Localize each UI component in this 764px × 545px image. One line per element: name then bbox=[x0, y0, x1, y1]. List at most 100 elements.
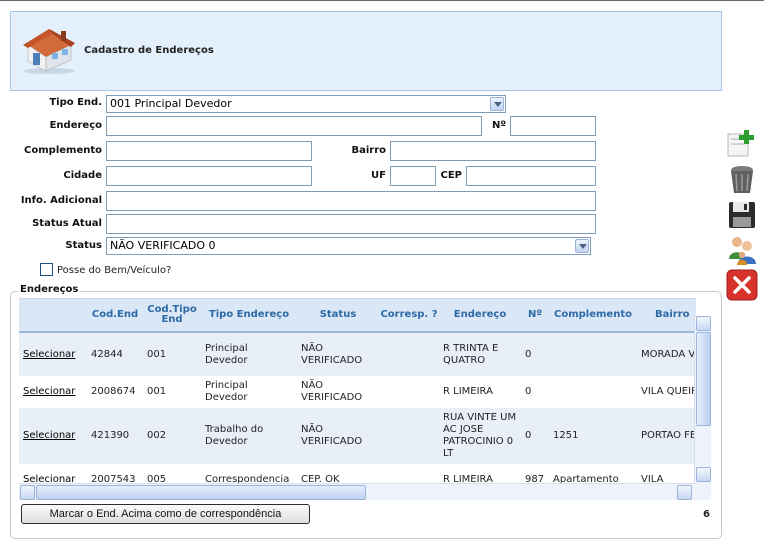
add-doc-icon[interactable] bbox=[726, 128, 758, 160]
scroll-right-icon[interactable] bbox=[677, 485, 692, 500]
cell-complemento bbox=[549, 376, 637, 408]
mark-correspondence-button[interactable]: Marcar o End. Acima como de correspondên… bbox=[21, 504, 310, 524]
cell-bairro: MORADA VALE bbox=[637, 332, 696, 376]
uf-label: UF bbox=[371, 170, 386, 181]
cell-bairro: PORTAO FERRO bbox=[637, 408, 696, 464]
numero-label: Nº bbox=[491, 120, 506, 131]
col-header-corresp[interactable]: Corresp. ? bbox=[379, 299, 439, 333]
cell-corresp bbox=[379, 464, 439, 484]
col-header-cod-tipo[interactable]: Cod.Tipo End bbox=[143, 299, 201, 333]
cell-status: NÃO VERIFICADO bbox=[297, 408, 379, 464]
cidade-label: Cidade bbox=[63, 170, 102, 181]
cell-tipo: Principal Devedor bbox=[201, 332, 297, 376]
complemento-label: Complemento bbox=[24, 145, 102, 156]
endereco-input[interactable] bbox=[106, 116, 482, 136]
bairro-label: Bairro bbox=[351, 145, 386, 156]
cell-bairro: VILA QUEIROZ bbox=[637, 376, 696, 408]
col-header-endereco[interactable]: Endereço bbox=[439, 299, 521, 333]
col-header-status[interactable]: Status bbox=[297, 299, 379, 333]
cell-complemento bbox=[549, 332, 637, 376]
cell-tipo: Principal Devedor bbox=[201, 376, 297, 408]
scroll-corner bbox=[694, 483, 711, 500]
cep-label: CEP bbox=[440, 170, 463, 181]
vertical-scroll-thumb[interactable] bbox=[696, 332, 711, 426]
cell-cod-tipo: 005 bbox=[143, 464, 201, 484]
save-icon[interactable] bbox=[726, 199, 758, 231]
numero-input[interactable] bbox=[510, 116, 596, 136]
status-select[interactable]: NÃO VERIFICADO 0 bbox=[106, 237, 591, 255]
status-label: Status bbox=[65, 240, 102, 251]
cell-status: CEP. OK bbox=[297, 464, 379, 484]
cell-endereco: R LIMEIRA bbox=[439, 464, 521, 484]
cell-corresp bbox=[379, 332, 439, 376]
status-atual-label: Status Atual bbox=[32, 218, 102, 229]
col-header-cod-end[interactable]: Cod.End bbox=[87, 299, 143, 333]
scroll-left-icon[interactable] bbox=[20, 485, 35, 500]
page-header: Cadastro de Endereços bbox=[10, 11, 722, 91]
cell-numero: 0 bbox=[521, 376, 549, 408]
cell-cod-end: 2008674 bbox=[87, 376, 143, 408]
horizontal-scroll-thumb[interactable] bbox=[36, 485, 366, 500]
col-header-complemento[interactable]: Complemento bbox=[549, 299, 637, 333]
cell-numero: 987 bbox=[521, 464, 549, 484]
selecionar-link[interactable]: Selecionar bbox=[23, 430, 75, 441]
status-value: NÃO VERIFICADO 0 bbox=[110, 239, 216, 252]
info-adicional-label: Info. Adicional bbox=[20, 195, 102, 206]
scroll-up-icon[interactable] bbox=[696, 316, 711, 331]
cell-endereco: R TRINTA E QUATRO bbox=[439, 332, 521, 376]
table-row: Selecionar 42844 001 Principal Devedor N… bbox=[19, 332, 696, 376]
table-row: Selecionar 421390 002 Trabalho do Devedo… bbox=[19, 408, 696, 464]
bairro-input[interactable] bbox=[390, 141, 596, 161]
cell-complemento: 1251 bbox=[549, 408, 637, 464]
col-header-action bbox=[19, 299, 87, 333]
col-header-bairro[interactable]: Bairro bbox=[637, 299, 696, 333]
status-atual-input[interactable] bbox=[106, 214, 596, 234]
tipo-end-select[interactable]: 001 Principal Devedor bbox=[106, 95, 506, 113]
complemento-input[interactable] bbox=[106, 141, 312, 161]
selecionar-link[interactable]: Selecionar bbox=[23, 386, 75, 397]
users-icon[interactable] bbox=[726, 233, 758, 265]
cell-cod-end: 2007543 bbox=[87, 464, 143, 484]
scroll-down-icon[interactable] bbox=[696, 467, 711, 482]
trash-icon[interactable] bbox=[726, 164, 758, 196]
endereco-label: Endereço bbox=[49, 120, 102, 131]
cidade-input[interactable] bbox=[106, 166, 312, 186]
chevron-down-icon[interactable] bbox=[490, 97, 504, 111]
posse-label: Posse do Bem/Veículo? bbox=[57, 265, 172, 276]
table-row: Selecionar 2007543 005 Correspondencia C… bbox=[19, 464, 696, 484]
page-title: Cadastro de Endereços bbox=[84, 45, 214, 56]
col-header-numero[interactable]: Nº bbox=[521, 299, 549, 333]
cell-tipo: Correspondencia bbox=[201, 464, 297, 484]
selecionar-link[interactable]: Selecionar bbox=[23, 349, 75, 360]
col-header-tipo[interactable]: Tipo Endereço bbox=[201, 299, 297, 333]
cell-bairro: VILA bbox=[637, 464, 696, 484]
top-border bbox=[0, 0, 764, 1]
posse-checkbox[interactable] bbox=[40, 263, 53, 276]
cell-cod-end: 421390 bbox=[87, 408, 143, 464]
enderecos-grid: Cod.End Cod.Tipo End Tipo Endereço Statu… bbox=[19, 298, 696, 484]
cell-cod-tipo: 001 bbox=[143, 332, 201, 376]
cell-numero: 0 bbox=[521, 332, 549, 376]
tipo-end-label: Tipo End. bbox=[49, 97, 102, 108]
grid-header-row: Cod.End Cod.Tipo End Tipo Endereço Statu… bbox=[19, 299, 696, 333]
cell-endereco: R LIMEIRA bbox=[439, 376, 521, 408]
cell-cod-end: 42844 bbox=[87, 332, 143, 376]
vertical-scrollbar[interactable] bbox=[694, 316, 711, 483]
table-row: Selecionar 2008674 001 Principal Devedor… bbox=[19, 376, 696, 408]
chevron-down-icon[interactable] bbox=[575, 239, 589, 253]
enderecos-legend: Endereços bbox=[18, 284, 81, 295]
house-icon bbox=[23, 29, 75, 74]
uf-input[interactable] bbox=[390, 166, 436, 186]
cell-status: NÃO VERIFICADO bbox=[297, 332, 379, 376]
cep-input[interactable] bbox=[466, 166, 596, 186]
horizontal-scrollbar[interactable] bbox=[19, 483, 694, 500]
info-adicional-input[interactable] bbox=[106, 191, 596, 211]
cell-corresp bbox=[379, 408, 439, 464]
cell-endereco: RUA VINTE UM AC JOSE PATROCINIO 0 LT bbox=[439, 408, 521, 464]
close-icon[interactable] bbox=[726, 269, 758, 301]
cell-cod-tipo: 001 bbox=[143, 376, 201, 408]
cell-complemento: Apartamento bbox=[549, 464, 637, 484]
cell-tipo: Trabalho do Devedor bbox=[201, 408, 297, 464]
cell-numero: 0 bbox=[521, 408, 549, 464]
tipo-end-value: 001 Principal Devedor bbox=[110, 97, 232, 110]
